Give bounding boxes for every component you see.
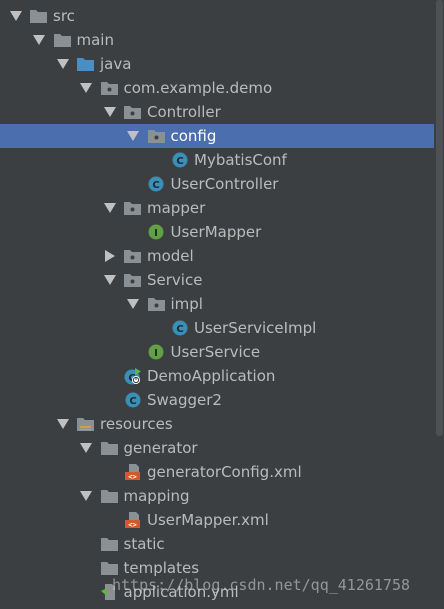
tree-node-label: src <box>53 7 75 25</box>
tree-node-label: java <box>100 55 132 73</box>
expand-arrow-down-icon[interactable] <box>56 418 69 431</box>
class-icon: C <box>148 176 165 192</box>
spring-boot-class-icon: C <box>124 367 141 384</box>
vertical-scrollbar[interactable] <box>434 0 444 609</box>
tree-node-main[interactable]: main <box>0 28 434 52</box>
tree-node-label: model <box>147 247 194 265</box>
tree-node-label: generator <box>123 439 198 457</box>
package-icon <box>124 272 141 288</box>
tree-node-label: generatorConfig.xml <box>147 463 302 481</box>
tree-node-label: config <box>170 127 217 145</box>
tree-node-mybatisconf[interactable]: C MybatisConf <box>0 148 434 172</box>
folder-icon <box>100 536 118 552</box>
tree-node-label: mapper <box>147 199 206 217</box>
tree-node-label: com.example.demo <box>123 79 273 97</box>
tree-node-service[interactable]: Service <box>0 268 434 292</box>
tree-node-templates[interactable]: templates <box>0 556 434 580</box>
svg-text:<>: <> <box>128 473 136 480</box>
expand-arrow-down-icon[interactable] <box>127 130 140 143</box>
tree-node-label: UserService <box>170 343 261 361</box>
tree-node-generator[interactable]: generator <box>0 436 434 460</box>
tree-node-label: DemoApplication <box>147 367 276 385</box>
expand-arrow-down-icon[interactable] <box>80 82 93 95</box>
tree-node-label: templates <box>123 559 200 577</box>
expand-arrow-down-icon[interactable] <box>56 58 69 71</box>
tree-node-label: mapping <box>123 487 190 505</box>
package-icon <box>147 296 165 312</box>
resources-folder-icon <box>77 416 94 432</box>
svg-text:C: C <box>176 156 183 167</box>
package-icon <box>124 248 141 264</box>
tree-node-label: MybatisConf <box>194 151 287 169</box>
folder-icon <box>53 32 71 48</box>
interface-icon: I <box>148 224 165 240</box>
svg-text:C: C <box>152 180 159 191</box>
tree-node-label: application.yml <box>123 583 239 601</box>
expand-arrow-down-icon[interactable] <box>80 442 93 455</box>
tree-node-application-yml[interactable]: application.yml <box>0 580 434 604</box>
interface-icon: I <box>148 344 165 360</box>
xml-file-icon: <> <box>124 512 141 528</box>
tree-node-userservice[interactable]: I UserService <box>0 340 434 364</box>
tree-node-label: Service <box>147 271 203 289</box>
package-icon <box>100 80 118 96</box>
expand-arrow-down-icon[interactable] <box>127 298 140 311</box>
tree-node-usermapper-xml[interactable]: <> UserMapper.xml <box>0 508 434 532</box>
tree-node-usermapper[interactable]: I UserMapper <box>0 220 434 244</box>
tree-node-userserviceimpl[interactable]: C UserServiceImpl <box>0 316 434 340</box>
expand-arrow-down-icon[interactable] <box>103 202 116 215</box>
tree-node-label: Swagger2 <box>147 391 222 409</box>
tree-node-swagger2[interactable]: C Swagger2 <box>0 388 434 412</box>
tree-node-src[interactable]: src <box>0 4 434 28</box>
svg-text:C: C <box>129 396 136 407</box>
tree-node-usercontroller[interactable]: C UserController <box>0 172 434 196</box>
svg-text:I: I <box>154 228 158 239</box>
class-icon: C <box>124 392 141 408</box>
tree-node-label: UserMapper <box>170 223 262 241</box>
class-icon: C <box>171 152 188 168</box>
tree-node-demoapplication[interactable]: C DemoApplication <box>0 364 434 388</box>
expand-arrow-down-icon[interactable] <box>9 10 22 23</box>
tree-node-label: UserController <box>170 175 279 193</box>
folder-icon <box>100 488 118 504</box>
expand-arrow-down-icon[interactable] <box>103 106 116 119</box>
scrollbar-thumb[interactable] <box>436 0 443 436</box>
folder-icon <box>100 560 118 576</box>
xml-file-icon: <> <box>124 464 141 480</box>
tree-node-config[interactable]: config <box>0 124 434 148</box>
tree-node-impl[interactable]: impl <box>0 292 434 316</box>
tree-node-model[interactable]: model <box>0 244 434 268</box>
package-icon <box>124 104 141 120</box>
tree-node-resources[interactable]: resources <box>0 412 434 436</box>
tree-node-label: main <box>76 31 114 49</box>
svg-text:I: I <box>154 348 158 359</box>
svg-text:C: C <box>176 324 183 335</box>
tree-node-mapper[interactable]: mapper <box>0 196 434 220</box>
tree-node-label: UserMapper.xml <box>147 511 269 529</box>
expand-arrow-down-icon[interactable] <box>33 34 46 47</box>
tree-node-mapping[interactable]: mapping <box>0 484 434 508</box>
tree-node-label: Controller <box>147 103 221 121</box>
package-icon <box>147 128 165 144</box>
yml-file-icon <box>100 584 118 600</box>
folder-icon <box>100 440 118 456</box>
class-icon: C <box>171 320 188 336</box>
folder-icon <box>30 8 47 24</box>
project-tree: src main java com.example.demo Controller con… <box>0 4 434 604</box>
tree-node-java[interactable]: java <box>0 52 434 76</box>
expand-arrow-down-icon[interactable] <box>80 490 93 503</box>
source-folder-icon <box>77 56 94 72</box>
package-icon <box>124 200 141 216</box>
tree-node-controller[interactable]: Controller <box>0 100 434 124</box>
svg-text:<>: <> <box>128 521 136 528</box>
tree-node-label: UserServiceImpl <box>194 319 317 337</box>
tree-node-com-example-demo[interactable]: com.example.demo <box>0 76 434 100</box>
collapse-arrow-right-icon[interactable] <box>103 250 116 263</box>
tree-node-generatorconfig-xml[interactable]: <> generatorConfig.xml <box>0 460 434 484</box>
tree-node-static[interactable]: static <box>0 532 434 556</box>
expand-arrow-down-icon[interactable] <box>103 274 116 287</box>
tree-node-label: static <box>123 535 165 553</box>
tree-node-label: resources <box>100 415 173 433</box>
tree-node-label: impl <box>170 295 203 313</box>
